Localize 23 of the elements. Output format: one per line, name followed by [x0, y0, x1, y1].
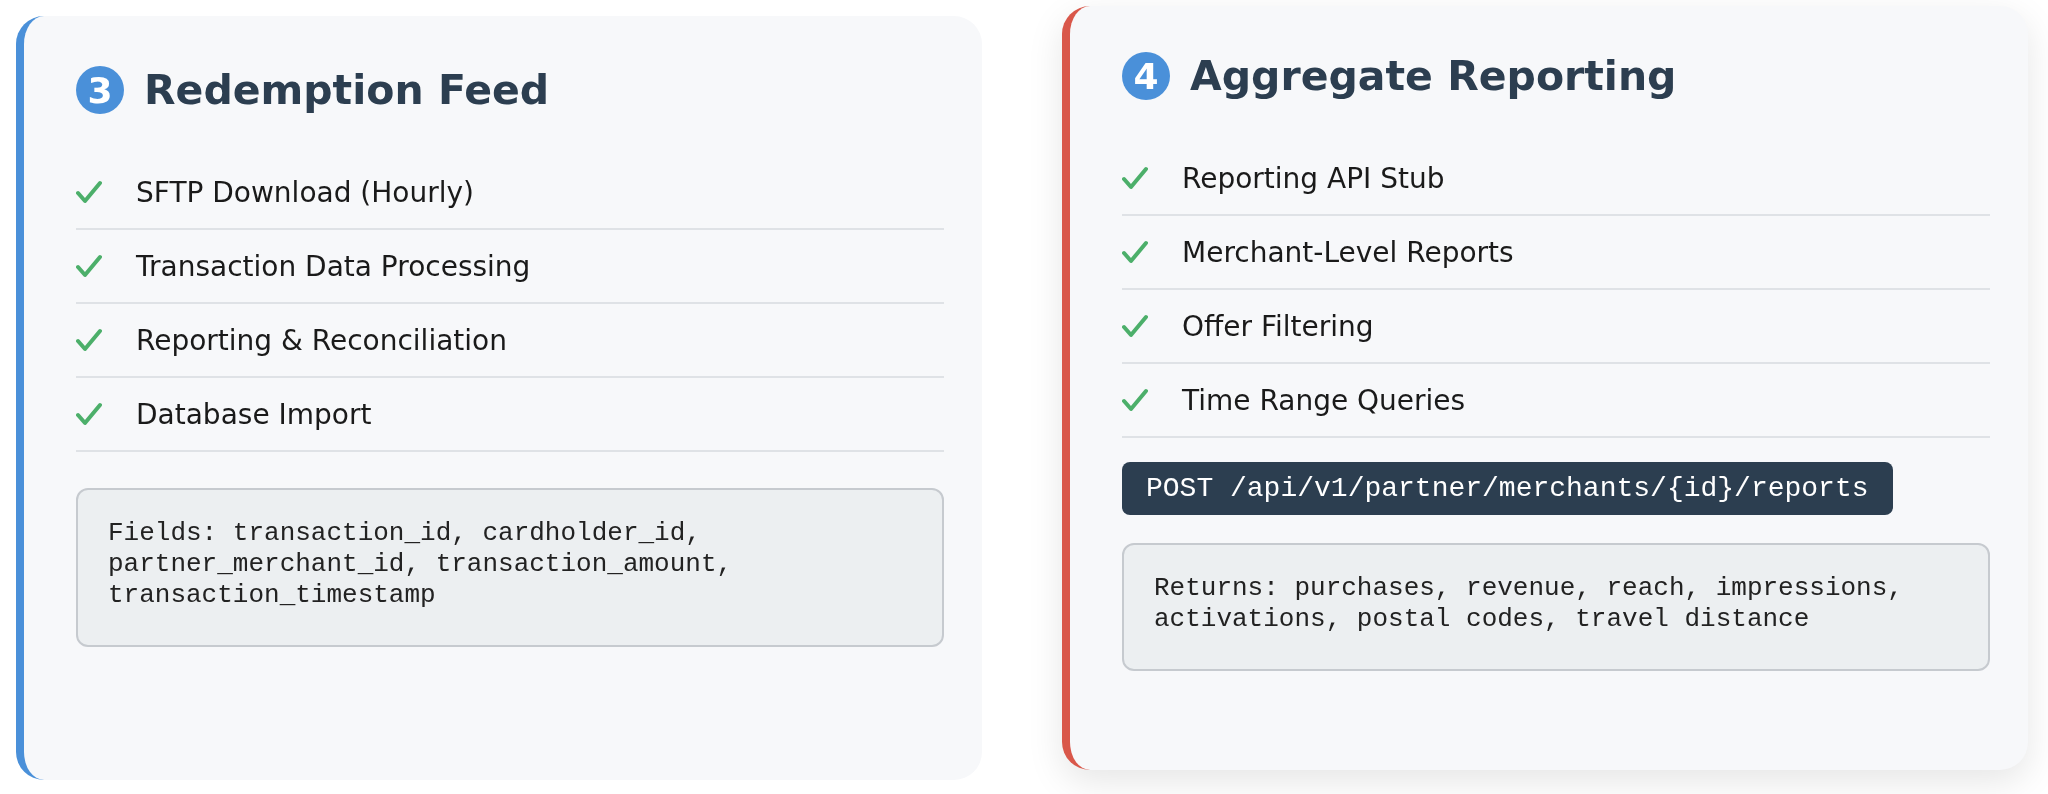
- check-icon: [1122, 314, 1148, 338]
- check-icon: [76, 180, 102, 204]
- check-icon: [1122, 240, 1148, 264]
- feature-item: Offer Filtering: [1182, 309, 1374, 343]
- code-block: Returns: purchases, revenue, reach, impressions, activations, postal codes, travel distance: [1122, 543, 1990, 671]
- check-icon: [76, 402, 102, 426]
- number-badge: 3: [76, 66, 124, 114]
- endpoint-code: POST /api/v1/partner/merchants/{id}/reports: [1122, 462, 1893, 515]
- card-title: Redemption Feed: [144, 66, 550, 114]
- feature-item: Database Import: [136, 397, 372, 431]
- feature-item: Time Range Queries: [1182, 383, 1466, 417]
- check-icon: [76, 328, 102, 352]
- card-title: Aggregate Reporting: [1190, 52, 1677, 100]
- feature-item: Reporting API Stub: [1182, 161, 1445, 195]
- feature-item: Merchant-Level Reports: [1182, 235, 1514, 269]
- code-block: Fields: transaction_id, cardholder_id, partner_merchant_id, transaction_amount, transaction_timestamp: [76, 488, 944, 647]
- check-icon: [76, 254, 102, 278]
- feature-item: Transaction Data Processing: [136, 249, 531, 283]
- number-badge: 4: [1122, 52, 1170, 100]
- feature-item: Reporting & Reconciliation: [136, 323, 507, 357]
- check-icon: [1122, 166, 1148, 190]
- feature-item: SFTP Download (Hourly): [136, 175, 474, 209]
- check-icon: [1122, 388, 1148, 412]
